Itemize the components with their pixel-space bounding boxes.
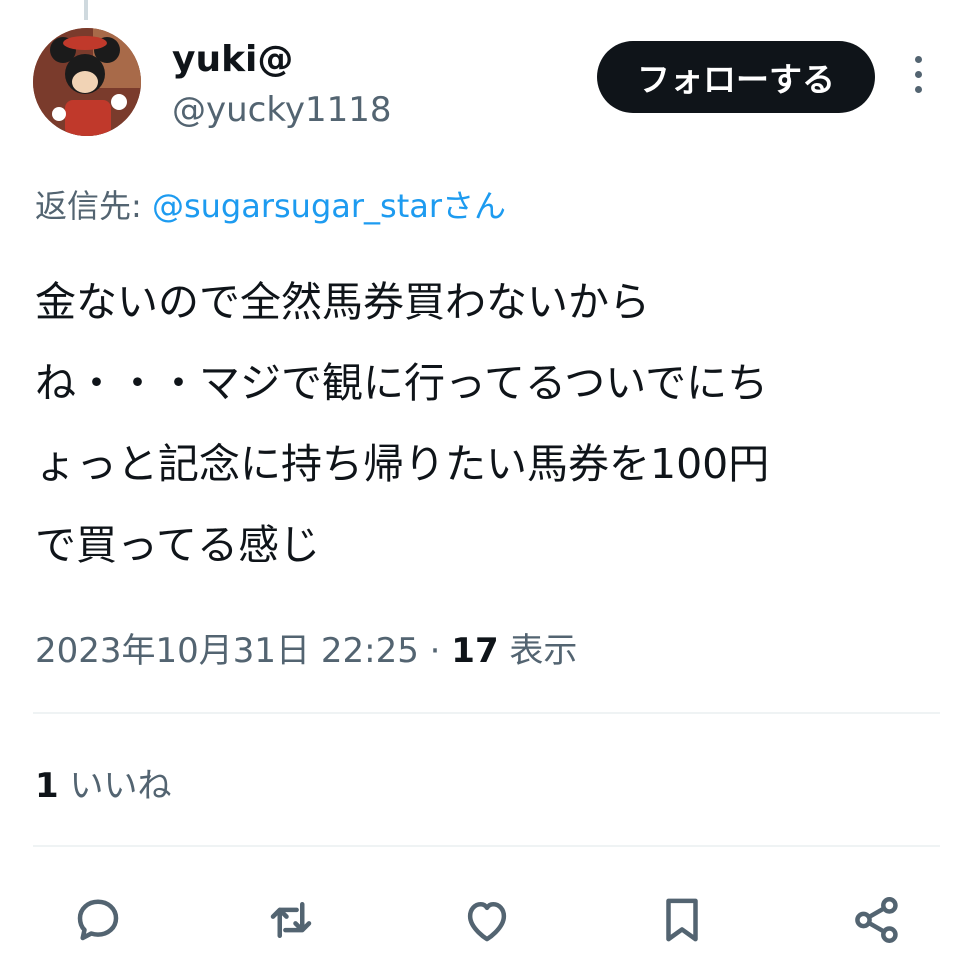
views-label: 表示 — [498, 631, 578, 671]
divider — [33, 712, 940, 714]
reply-icon — [77, 899, 119, 941]
heart-icon — [467, 902, 507, 942]
display-name[interactable]: yuki@ — [172, 38, 293, 82]
bookmark-button[interactable] — [650, 888, 714, 952]
user-handle[interactable]: @yucky1118 — [172, 88, 392, 132]
reply-button[interactable] — [66, 888, 130, 952]
likes-summary[interactable]: 1 いいね — [35, 764, 171, 808]
likes-label: いいね — [58, 766, 172, 806]
tweet-timestamp[interactable]: 2023年10月31日 22:25 — [35, 631, 419, 671]
divider — [33, 845, 940, 847]
more-vertical-icon[interactable] — [904, 56, 932, 100]
reply-to-line: 返信先: @sugarsugar_starさん — [35, 184, 506, 228]
like-button[interactable] — [455, 888, 519, 952]
reply-to-prefix: 返信先: — [35, 187, 152, 225]
reply-mention-link[interactable]: @sugarsugar_star — [152, 187, 442, 225]
likes-count: 1 — [35, 766, 59, 806]
tweet-text-line: で買ってる感じ — [35, 521, 320, 569]
share-icon — [855, 897, 898, 943]
tweet-text-line: ょっと記念に持ち帰りたい馬券を100円 — [35, 440, 770, 488]
meta-separator: · — [418, 631, 452, 671]
tweet-text-line: ね・・・マジで観に行ってるついでにち — [35, 359, 769, 407]
avatar-image — [33, 28, 141, 136]
tweet-text: 金ないので全然馬券買わないから ね・・・マジで観に行ってるついでにち ょっと記念… — [35, 262, 935, 586]
reply-mention-suffix[interactable]: さん — [442, 187, 506, 225]
bookmark-icon — [666, 898, 698, 942]
tweet-meta: 2023年10月31日 22:25 · 17 表示 — [35, 628, 577, 674]
thread-connector-line — [84, 0, 88, 20]
avatar[interactable] — [33, 28, 141, 136]
tweet-text-line: 金ないので全然馬券買わないから — [35, 278, 650, 326]
share-button[interactable] — [845, 888, 909, 952]
follow-button[interactable]: フォローする — [597, 41, 875, 113]
views-count: 17 — [451, 631, 499, 671]
retweet-icon — [270, 902, 312, 938]
retweet-button[interactable] — [259, 888, 323, 952]
